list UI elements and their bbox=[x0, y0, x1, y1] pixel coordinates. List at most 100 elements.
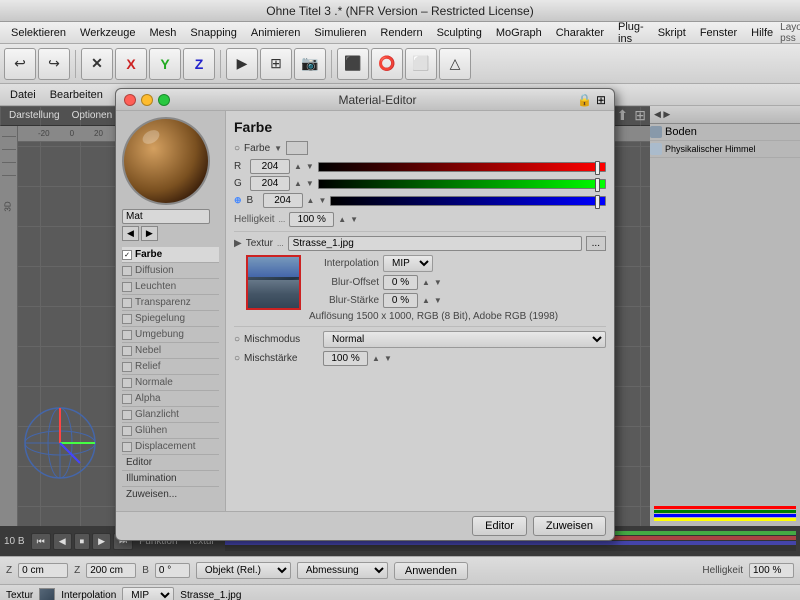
menu-sculpting[interactable]: Sculpting bbox=[430, 25, 489, 41]
toolbar-redo[interactable]: ↪ bbox=[38, 48, 70, 80]
toolbar-undo[interactable]: ↩ bbox=[4, 48, 36, 80]
g-down-arrow[interactable]: ▼ bbox=[306, 179, 314, 188]
interp-dropdown[interactable]: MIP bbox=[383, 255, 433, 272]
b-up-arrow[interactable]: ▲ bbox=[307, 196, 315, 205]
toolbar-cam[interactable]: 📷 bbox=[294, 48, 326, 80]
nav-right-btn[interactable]: ▶ bbox=[141, 226, 158, 241]
timeline-prev[interactable]: ◀ bbox=[53, 533, 72, 550]
dialog-min-btn[interactable] bbox=[141, 94, 153, 106]
b-down-arrow[interactable]: ▼ bbox=[318, 196, 326, 205]
sec-menu-datei[interactable]: Datei bbox=[4, 87, 42, 103]
dialog-close-btn[interactable] bbox=[124, 94, 136, 106]
channel-alpha[interactable]: Alpha bbox=[122, 391, 219, 407]
dialog-max-btn[interactable] bbox=[158, 94, 170, 106]
blur-staerke-input[interactable] bbox=[383, 293, 418, 308]
g-slider-handle[interactable] bbox=[595, 178, 600, 192]
status-abm-dropdown[interactable]: Abmessung bbox=[297, 562, 388, 579]
channel-farbe[interactable]: ✓ Farbe bbox=[122, 247, 219, 263]
status-helligkeit-input[interactable] bbox=[749, 563, 794, 578]
mischmodus-dropdown[interactable]: Normal bbox=[323, 331, 606, 348]
channel-gluehen[interactable]: Glühen bbox=[122, 423, 219, 439]
channel-glanzlicht[interactable]: Glanzlicht bbox=[122, 407, 219, 423]
textur-more-btn[interactable]: ... bbox=[586, 236, 606, 251]
g-slider[interactable] bbox=[318, 179, 606, 189]
status-anwenden-btn[interactable]: Anwenden bbox=[394, 562, 468, 580]
r-down-arrow[interactable]: ▼ bbox=[306, 162, 314, 171]
toolbar-move-x[interactable]: X bbox=[115, 48, 147, 80]
status-z-input1[interactable] bbox=[18, 563, 68, 578]
editor-btn[interactable]: Editor bbox=[472, 516, 527, 536]
textur-dots[interactable]: ... bbox=[277, 239, 284, 248]
menu-rendern[interactable]: Rendern bbox=[373, 25, 429, 41]
menu-fenster[interactable]: Fenster bbox=[693, 25, 744, 41]
mischstaerke-input[interactable] bbox=[323, 351, 368, 366]
status-b-input[interactable] bbox=[155, 563, 190, 578]
textur-thumbnail[interactable] bbox=[246, 255, 301, 310]
g-value-input[interactable] bbox=[250, 176, 290, 191]
channel-zuweisen[interactable]: Zuweisen... bbox=[122, 487, 219, 502]
toolbar-obj3[interactable]: ⬜ bbox=[405, 48, 437, 80]
helligkeit-input[interactable] bbox=[289, 212, 334, 227]
toolbar-render2[interactable]: ⊞ bbox=[260, 48, 292, 80]
menu-skript[interactable]: Skript bbox=[651, 25, 693, 41]
farbe-color-swatch[interactable] bbox=[286, 141, 308, 155]
textur-arrow-icon[interactable]: ▶ bbox=[234, 238, 242, 249]
right-panel-item-himmel[interactable]: Physikalischer Himmel bbox=[650, 141, 800, 158]
zuweisen-btn[interactable]: Zuweisen bbox=[533, 516, 606, 536]
channel-diffusion[interactable]: Diffusion bbox=[122, 263, 219, 279]
blur-staerke-down[interactable]: ▼ bbox=[434, 296, 442, 305]
dialog-lock-icon[interactable]: 🔒 bbox=[577, 93, 592, 107]
channel-umgebung[interactable]: Umgebung bbox=[122, 327, 219, 343]
channel-illumination[interactable]: Illumination bbox=[122, 471, 219, 487]
channel-normale[interactable]: Normale bbox=[122, 375, 219, 391]
toolbar-obj2[interactable]: ⭕ bbox=[371, 48, 403, 80]
channel-displacement[interactable]: Displacement bbox=[122, 439, 219, 455]
menu-animieren[interactable]: Animieren bbox=[244, 25, 308, 41]
menu-snapping[interactable]: Snapping bbox=[183, 25, 244, 41]
b-value-input[interactable] bbox=[263, 193, 303, 208]
menu-plugins[interactable]: Plug-ins bbox=[611, 19, 651, 47]
r-slider[interactable] bbox=[318, 162, 606, 172]
blur-offset-up[interactable]: ▲ bbox=[422, 278, 430, 287]
dialog-expand-icon[interactable]: ⊞ bbox=[596, 93, 606, 107]
right-panel-item-boden[interactable]: Boden bbox=[650, 124, 800, 141]
textur-filename-display[interactable]: Strasse_1.jpg bbox=[288, 236, 582, 251]
right-panel-collapse-icon[interactable]: ◀ ▶ bbox=[654, 109, 670, 120]
menu-werkzeuge[interactable]: Werkzeuge bbox=[73, 25, 142, 41]
channel-relief[interactable]: Relief bbox=[122, 359, 219, 375]
status-obj-dropdown[interactable]: Objekt (Rel.) bbox=[196, 562, 291, 579]
blur-offset-input[interactable] bbox=[383, 275, 418, 290]
r-value-input[interactable] bbox=[250, 159, 290, 174]
menu-mograph[interactable]: MoGraph bbox=[489, 25, 549, 41]
r-up-arrow[interactable]: ▲ bbox=[294, 162, 302, 171]
status-z-input2[interactable] bbox=[86, 563, 136, 578]
menu-hilfe[interactable]: Hilfe bbox=[744, 25, 780, 41]
farbe-dd-arrow[interactable]: ▼ bbox=[274, 144, 282, 153]
g-up-arrow[interactable]: ▲ bbox=[294, 179, 302, 188]
timeline-stop[interactable]: ⏹ bbox=[74, 533, 91, 550]
toolbar-move-z[interactable]: Z bbox=[183, 48, 215, 80]
sec-menu-bearbeiten[interactable]: Bearbeiten bbox=[44, 87, 109, 103]
channel-spiegelung[interactable]: Spiegelung bbox=[122, 311, 219, 327]
r-slider-handle[interactable] bbox=[595, 161, 600, 175]
b-slider[interactable] bbox=[330, 196, 606, 206]
nav-left-btn[interactable]: ◀ bbox=[122, 226, 139, 241]
mischstaerke-down[interactable]: ▼ bbox=[384, 354, 392, 363]
channel-nebel[interactable]: Nebel bbox=[122, 343, 219, 359]
toolbar-obj1[interactable]: ⬛ bbox=[337, 48, 369, 80]
blur-offset-down[interactable]: ▼ bbox=[434, 278, 442, 287]
b-slider-handle[interactable] bbox=[595, 195, 600, 209]
toolbar-move-y[interactable]: Y bbox=[149, 48, 181, 80]
mischstaerke-up[interactable]: ▲ bbox=[372, 354, 380, 363]
channel-editor[interactable]: Editor bbox=[122, 455, 219, 471]
channel-transparenz[interactable]: Transparenz bbox=[122, 295, 219, 311]
menu-mesh[interactable]: Mesh bbox=[142, 25, 183, 41]
material-name-input[interactable] bbox=[122, 209, 210, 224]
channel-leuchten[interactable]: Leuchten bbox=[122, 279, 219, 295]
helligkeit-down[interactable]: ▼ bbox=[350, 215, 358, 224]
toolbar-obj4[interactable]: △ bbox=[439, 48, 471, 80]
timeline-play[interactable]: ⏮ bbox=[31, 533, 51, 550]
toolbar-render[interactable]: ▶ bbox=[226, 48, 258, 80]
menu-charakter[interactable]: Charakter bbox=[549, 25, 611, 41]
timeline-next[interactable]: ▶ bbox=[92, 533, 111, 550]
